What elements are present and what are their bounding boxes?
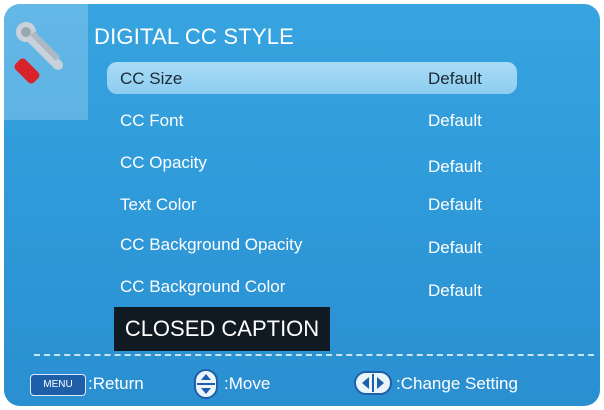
menu-title: DIGITAL CC STYLE [94,24,295,49]
menu-item-cc-background-color[interactable]: CC Background Color Default [107,270,517,302]
menu-item-label: CC Size [120,69,183,88]
menu-item-cc-font[interactable]: CC Font Default [107,104,517,136]
menu-item-cc-background-opacity[interactable]: CC Background Opacity Default [107,228,517,260]
menu-item-value: Default [428,281,482,300]
menu-item-label: CC Font [120,111,184,130]
menu-key-icon: MENU [30,374,86,396]
menu-item-value: Default [428,195,482,214]
osd-panel: DIGITAL CC STYLE CC Size Default CC Font… [4,4,600,406]
menu-item-label: Text Color [120,195,197,214]
change-setting-hint: :Change Setting [396,374,518,393]
closed-caption-preview: CLOSED CAPTION [114,307,330,351]
menu-item-value: Default [428,69,482,88]
menu-item-text-color[interactable]: Text Color Default [107,188,517,220]
left-right-icon [354,371,392,395]
footer-hints: MENU :Return :Move :Change Setting [4,369,600,399]
wrench-screwdriver-icon [14,22,64,84]
up-down-icon [194,369,218,399]
menu-item-label: CC Background Opacity [120,235,303,254]
menu-item-label: CC Opacity [120,153,207,172]
menu-item-cc-opacity[interactable]: CC Opacity Default [107,146,517,178]
move-hint: :Move [224,374,271,393]
settings-tile [4,4,88,120]
menu-item-label: CC Background Color [120,277,286,296]
menu-item-value: Default [428,111,482,130]
menu-item-value: Default [428,157,482,176]
return-hint: :Return [88,374,144,393]
menu-item-cc-size[interactable]: CC Size Default [107,62,517,94]
footer-divider [34,354,594,356]
menu-item-value: Default [428,238,482,257]
